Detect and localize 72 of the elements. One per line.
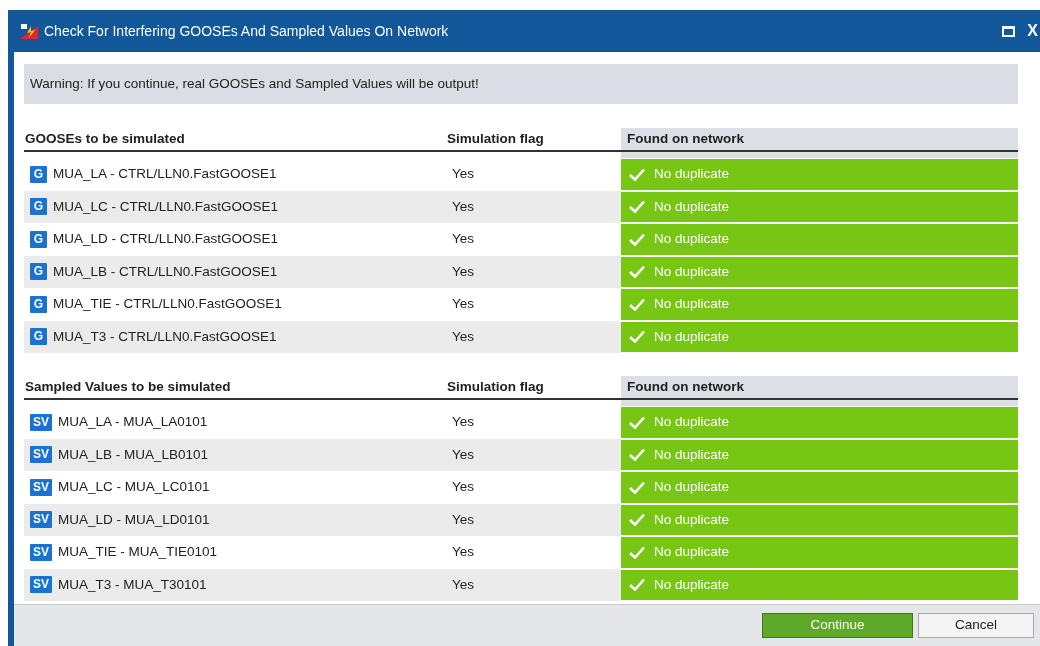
item-name: MUA_LD - CTRL/LLN0.FastGOOSE1 (53, 230, 279, 249)
check-icon (629, 415, 645, 429)
item-name: MUA_T3 - CTRL/LLN0.FastGOOSE1 (53, 327, 277, 346)
app-icon (20, 23, 38, 39)
check-icon (629, 200, 645, 214)
type-tag: SV (30, 511, 52, 529)
simulation-flag-text: Yes (452, 575, 475, 594)
status-text: No duplicate (654, 575, 730, 594)
simulation-flag-text: Yes (452, 295, 475, 314)
status-text: No duplicate (654, 165, 730, 184)
check-icon (629, 167, 645, 181)
type-tag: G (30, 328, 47, 346)
column-header: Simulation flag (446, 377, 545, 396)
type-tag: G (30, 263, 47, 281)
cancel-button[interactable]: Cancel (918, 613, 1034, 638)
check-icon (629, 545, 645, 559)
status-text: No duplicate (654, 295, 730, 314)
window-title: Check For Interfering GOOSEs And Sampled Values On Network (44, 21, 450, 41)
column-header: GOOSEs to be simulated (24, 129, 186, 148)
item-name: MUA_LB - MUA_LB0101 (58, 445, 209, 464)
type-tag: G (30, 198, 47, 216)
simulation-flag-text: Yes (452, 510, 475, 529)
status-text: No duplicate (654, 543, 730, 562)
simulation-flag-text: Yes (452, 262, 475, 281)
simulation-flag-text: Yes (452, 230, 475, 249)
type-tag: SV (30, 576, 52, 594)
status-text: No duplicate (654, 413, 730, 432)
check-icon (629, 297, 645, 311)
status-text: No duplicate (654, 445, 730, 464)
simulation-flag-text: Yes (452, 543, 475, 562)
simulation-flag-text: Yes (452, 413, 475, 432)
item-name: MUA_LC - MUA_LC0101 (58, 478, 210, 497)
type-tag: SV (30, 543, 52, 561)
item-name: MUA_LA - CTRL/LLN0.FastGOOSE1 (53, 165, 277, 184)
type-tag: G (30, 165, 47, 183)
item-name: MUA_TIE - CTRL/LLN0.FastGOOSE1 (53, 295, 282, 314)
simulation-flag-text: Yes (452, 197, 475, 216)
column-header: Found on network (621, 376, 1018, 398)
simulation-flag-text: Yes (452, 327, 475, 346)
simulation-flag-text: Yes (452, 478, 475, 497)
simulation-flag-text: Yes (452, 165, 475, 184)
column-header: Sampled Values to be simulated (24, 377, 232, 396)
warning-message: Warning: If you continue, real GOOSEs and Sampled Values will be output! (24, 64, 1018, 104)
item-name: MUA_LB - CTRL/LLN0.FastGOOSE1 (53, 262, 278, 281)
check-icon (629, 513, 645, 527)
item-name: MUA_TIE - MUA_TIE0101 (58, 543, 218, 562)
status-text: No duplicate (654, 327, 730, 346)
check-icon (629, 448, 645, 462)
type-tag: G (30, 295, 47, 313)
status-text: No duplicate (654, 478, 730, 497)
item-name: MUA_LD - MUA_LD0101 (58, 510, 210, 529)
type-tag: SV (30, 413, 52, 431)
check-icon (629, 265, 645, 279)
check-icon (629, 330, 645, 344)
status-text: No duplicate (654, 197, 730, 216)
item-name: MUA_LC - CTRL/LLN0.FastGOOSE1 (53, 197, 279, 216)
check-icon (629, 480, 645, 494)
maximize-icon[interactable] (1002, 25, 1016, 37)
type-tag: G (30, 230, 47, 248)
type-tag: SV (30, 446, 52, 464)
check-icon (629, 578, 645, 592)
item-name: MUA_LA - MUA_LA0101 (58, 413, 208, 432)
column-header: Simulation flag (446, 129, 545, 148)
type-tag: SV (30, 478, 52, 496)
item-name: MUA_T3 - MUA_T30101 (58, 575, 207, 594)
column-header: Found on network (621, 128, 1018, 150)
status-text: No duplicate (654, 510, 730, 529)
status-text: No duplicate (654, 230, 730, 249)
simulation-flag-text: Yes (452, 445, 475, 464)
close-button[interactable]: X (1027, 19, 1038, 43)
check-icon (629, 232, 645, 246)
status-text: No duplicate (654, 262, 730, 281)
